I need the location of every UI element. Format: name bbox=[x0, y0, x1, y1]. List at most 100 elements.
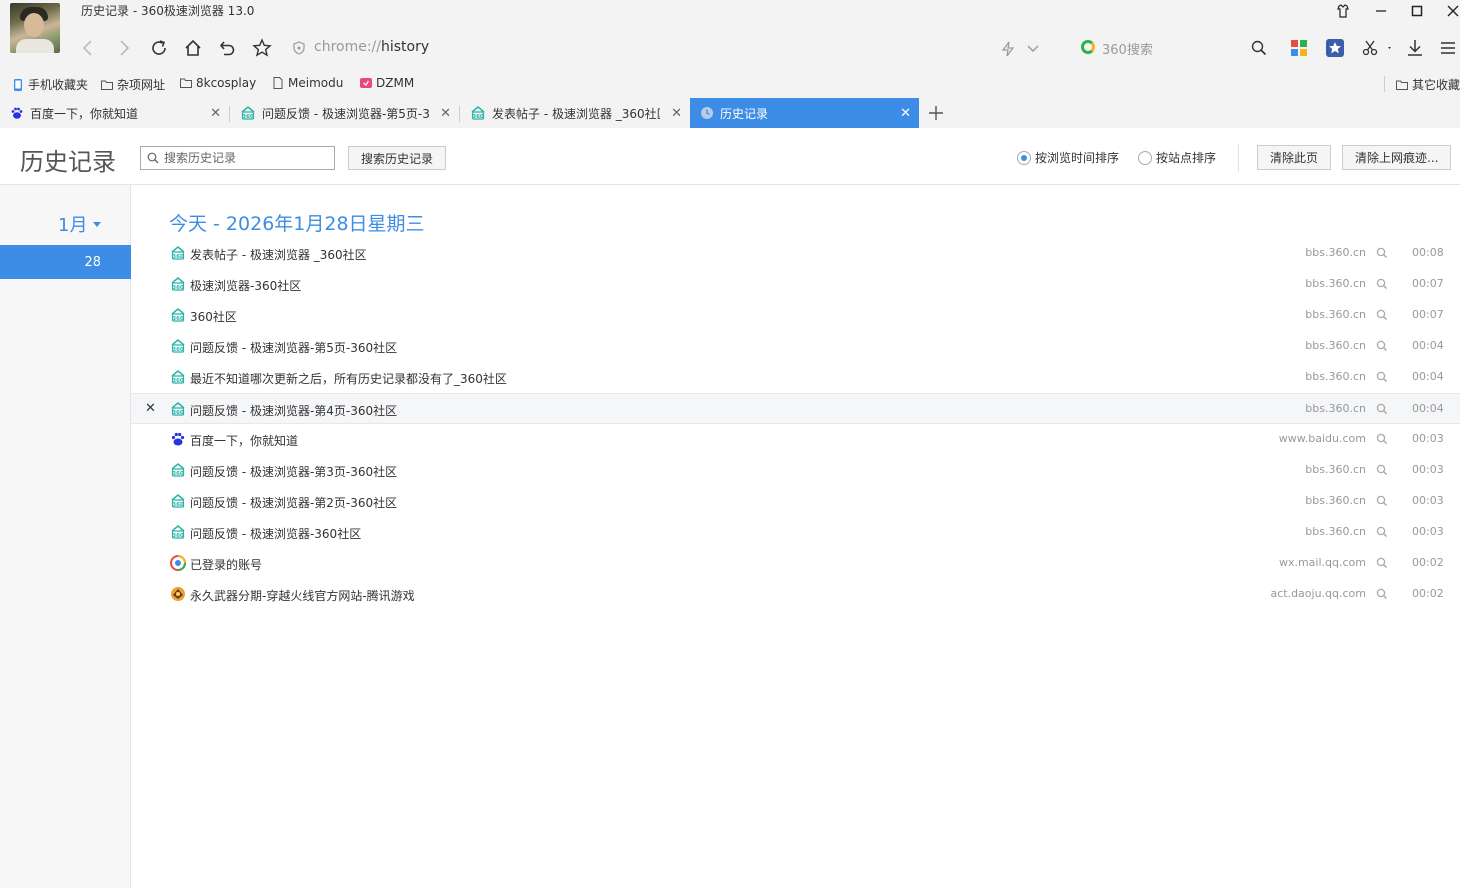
remove-entry-icon[interactable]: ✕ bbox=[145, 401, 156, 416]
360-icon: 360 bbox=[170, 307, 186, 323]
history-row[interactable]: 360 问题反馈 - 极速浏览器-360社区 bbs.360.cn 00:03 bbox=[131, 517, 1460, 548]
history-row[interactable]: 永久武器分期-穿越火线官方网站-腾讯游戏 act.daoju.qq.com 00:0… bbox=[131, 579, 1460, 610]
history-entry-title[interactable]: 发表帖子 - 极速浏览器 _360社区 bbox=[190, 246, 367, 263]
menu-icon[interactable] bbox=[1438, 38, 1458, 58]
history-entry-title[interactable]: 极速浏览器-360社区 bbox=[190, 277, 301, 294]
360-search-engine-icon[interactable] bbox=[1081, 40, 1095, 54]
bookmark-mobile[interactable]: 手机收藏夹 bbox=[12, 76, 88, 93]
favorites-icon[interactable] bbox=[1325, 38, 1345, 58]
search-site-icon[interactable] bbox=[1376, 247, 1388, 259]
history-row[interactable]: 360 问题反馈 - 极速浏览器-第5页-360社区 bbs.360.cn 00:04 bbox=[131, 331, 1460, 362]
undo-close-tab-icon[interactable] bbox=[216, 36, 240, 60]
clear-traces-button[interactable]: 清除上网痕迹... bbox=[1342, 145, 1452, 170]
history-entry-title[interactable]: 360社区 bbox=[190, 308, 237, 325]
history-entry-title[interactable]: 问题反馈 - 极速浏览器-360社区 bbox=[190, 525, 361, 542]
search-site-icon[interactable] bbox=[1376, 278, 1388, 290]
tab-strip: 百度一下，你就知道 ✕ 360 问题反馈 - 极速浏览器-第5页-3 ✕ 360… bbox=[0, 98, 1460, 128]
reload-icon[interactable] bbox=[147, 36, 171, 60]
search-site-icon[interactable] bbox=[1376, 371, 1388, 383]
download-icon[interactable] bbox=[1405, 38, 1425, 58]
page-title: 历史记录 bbox=[20, 148, 116, 176]
search-site-icon[interactable] bbox=[1376, 557, 1388, 569]
bookmark-8kcosplay[interactable]: 8kcosplay bbox=[180, 76, 256, 90]
history-row[interactable]: 360 最近不知道哪次更新之后，所有历史记录都没有了_360社区 bbs.360.c… bbox=[131, 362, 1460, 393]
history-entry-title[interactable]: 问题反馈 - 极速浏览器-第5页-360社区 bbox=[190, 339, 397, 356]
history-entry-domain: bbs.360.cn bbox=[1305, 463, 1366, 476]
apps-icon[interactable] bbox=[1289, 38, 1309, 58]
history-entry-time: 00:04 bbox=[1412, 402, 1444, 415]
tab-post-thread[interactable]: 360 发表帖子 - 极速浏览器 _360社区 ✕ bbox=[460, 98, 690, 128]
lightning-icon[interactable] bbox=[1000, 41, 1016, 57]
bookmark-meimodu[interactable]: Meimodu bbox=[272, 76, 343, 90]
360-icon: 360 bbox=[170, 462, 186, 478]
history-row[interactable]: 360 极速浏览器-360社区 bbs.360.cn 00:07 bbox=[131, 269, 1460, 300]
history-entry-title[interactable]: 永久武器分期-穿越火线官方网站-腾讯游戏 bbox=[190, 587, 415, 604]
search-site-icon[interactable] bbox=[1376, 464, 1388, 476]
minimize-icon[interactable] bbox=[1370, 2, 1392, 20]
history-entry-title[interactable]: 百度一下，你就知道 bbox=[190, 432, 298, 449]
close-tab-icon[interactable]: ✕ bbox=[440, 106, 451, 121]
history-entry-domain: bbs.360.cn bbox=[1305, 494, 1366, 507]
history-search-input[interactable] bbox=[164, 151, 324, 165]
history-entry-title[interactable]: 已登录的账号 bbox=[190, 556, 262, 573]
close-tab-icon[interactable]: ✕ bbox=[210, 106, 221, 121]
maximize-icon[interactable] bbox=[1406, 2, 1428, 20]
home-icon[interactable] bbox=[181, 36, 205, 60]
history-entry-time: 00:03 bbox=[1412, 494, 1444, 507]
search-site-icon[interactable] bbox=[1376, 340, 1388, 352]
baidu-icon bbox=[11, 107, 23, 119]
skin-icon[interactable] bbox=[1332, 2, 1354, 20]
tab-history[interactable]: 历史记录 ✕ bbox=[690, 98, 919, 128]
history-row[interactable]: 360 发表帖子 - 极速浏览器 _360社区 bbs.360.cn 00:08 bbox=[131, 238, 1460, 269]
history-entry-title[interactable]: 最近不知道哪次更新之后，所有历史记录都没有了_360社区 bbox=[190, 370, 507, 387]
search-site-icon[interactable] bbox=[1376, 309, 1388, 321]
sort-by-time-radio[interactable]: 按浏览时间排序 bbox=[1017, 149, 1119, 166]
chevron-down-icon[interactable] bbox=[1026, 43, 1040, 55]
history-entry-domain: bbs.360.cn bbox=[1305, 339, 1366, 352]
new-tab-icon[interactable] bbox=[928, 102, 944, 126]
day-item-selected[interactable]: 28 bbox=[0, 245, 131, 279]
search-site-icon[interactable] bbox=[1376, 526, 1388, 538]
history-row[interactable]: 百度一下，你就知道 www.baidu.com 00:03 bbox=[131, 424, 1460, 455]
tab-feedback-page5[interactable]: 360 问题反馈 - 极速浏览器-第5页-3 ✕ bbox=[230, 98, 459, 128]
month-selector[interactable]: 1月 bbox=[58, 211, 102, 237]
address-url[interactable]: chrome://history bbox=[314, 39, 429, 55]
history-search-field[interactable] bbox=[140, 146, 335, 170]
shield-icon[interactable] bbox=[292, 41, 306, 55]
search-history-button[interactable]: 搜索历史记录 bbox=[348, 146, 447, 170]
history-entry-title[interactable]: 问题反馈 - 极速浏览器-第3页-360社区 bbox=[190, 463, 397, 480]
sort-by-site-radio[interactable]: 按站点排序 bbox=[1138, 149, 1216, 166]
tab-baidu[interactable]: 百度一下，你就知道 ✕ bbox=[0, 98, 229, 128]
bookmark-dzmm[interactable]: DZMM bbox=[360, 76, 414, 90]
forward-icon[interactable] bbox=[112, 36, 136, 60]
search-site-icon[interactable] bbox=[1376, 588, 1388, 600]
page-icon bbox=[273, 77, 283, 89]
close-window-icon[interactable] bbox=[1442, 2, 1460, 20]
back-icon[interactable] bbox=[76, 36, 100, 60]
user-avatar[interactable] bbox=[10, 3, 60, 53]
toolbar-search-input[interactable]: 360搜索 bbox=[1102, 39, 1153, 58]
screenshot-scissors-icon[interactable] bbox=[1360, 38, 1394, 58]
svg-text:360: 360 bbox=[172, 471, 184, 477]
bookmark-star-icon[interactable] bbox=[250, 36, 274, 60]
close-tab-icon[interactable]: ✕ bbox=[900, 106, 911, 121]
history-row[interactable]: 360 问题反馈 - 极速浏览器-第3页-360社区 bbs.360.cn 00:03 bbox=[131, 455, 1460, 486]
history-row[interactable]: 已登录的账号 wx.mail.qq.com 00:02 bbox=[131, 548, 1460, 579]
history-entry-title[interactable]: 问题反馈 - 极速浏览器-第2页-360社区 bbox=[190, 494, 397, 511]
history-row[interactable]: ✕ 360 问题反馈 - 极速浏览器-第4页-360社区 bbs.360.cn 00:0… bbox=[131, 393, 1460, 424]
360-icon: 360 bbox=[170, 369, 186, 385]
bookmark-other[interactable]: 其它收藏 bbox=[1396, 76, 1460, 93]
history-entry-time: 00:07 bbox=[1412, 308, 1444, 321]
360-icon: 360 bbox=[170, 401, 186, 417]
search-site-icon[interactable] bbox=[1376, 495, 1388, 507]
search-site-icon[interactable] bbox=[1376, 433, 1388, 445]
close-tab-icon[interactable]: ✕ bbox=[671, 106, 682, 121]
history-entry-title[interactable]: 问题反馈 - 极速浏览器-第4页-360社区 bbox=[190, 402, 397, 419]
svg-text:360: 360 bbox=[172, 533, 184, 539]
history-row[interactable]: 360 360社区 bbs.360.cn 00:07 bbox=[131, 300, 1460, 331]
search-icon[interactable] bbox=[1249, 38, 1269, 58]
search-site-icon[interactable] bbox=[1376, 403, 1388, 415]
history-row[interactable]: 360 问题反馈 - 极速浏览器-第2页-360社区 bbs.360.cn 00:03 bbox=[131, 486, 1460, 517]
bookmark-misc[interactable]: 杂项网址 bbox=[101, 76, 165, 93]
clear-page-button[interactable]: 清除此页 bbox=[1257, 145, 1332, 170]
